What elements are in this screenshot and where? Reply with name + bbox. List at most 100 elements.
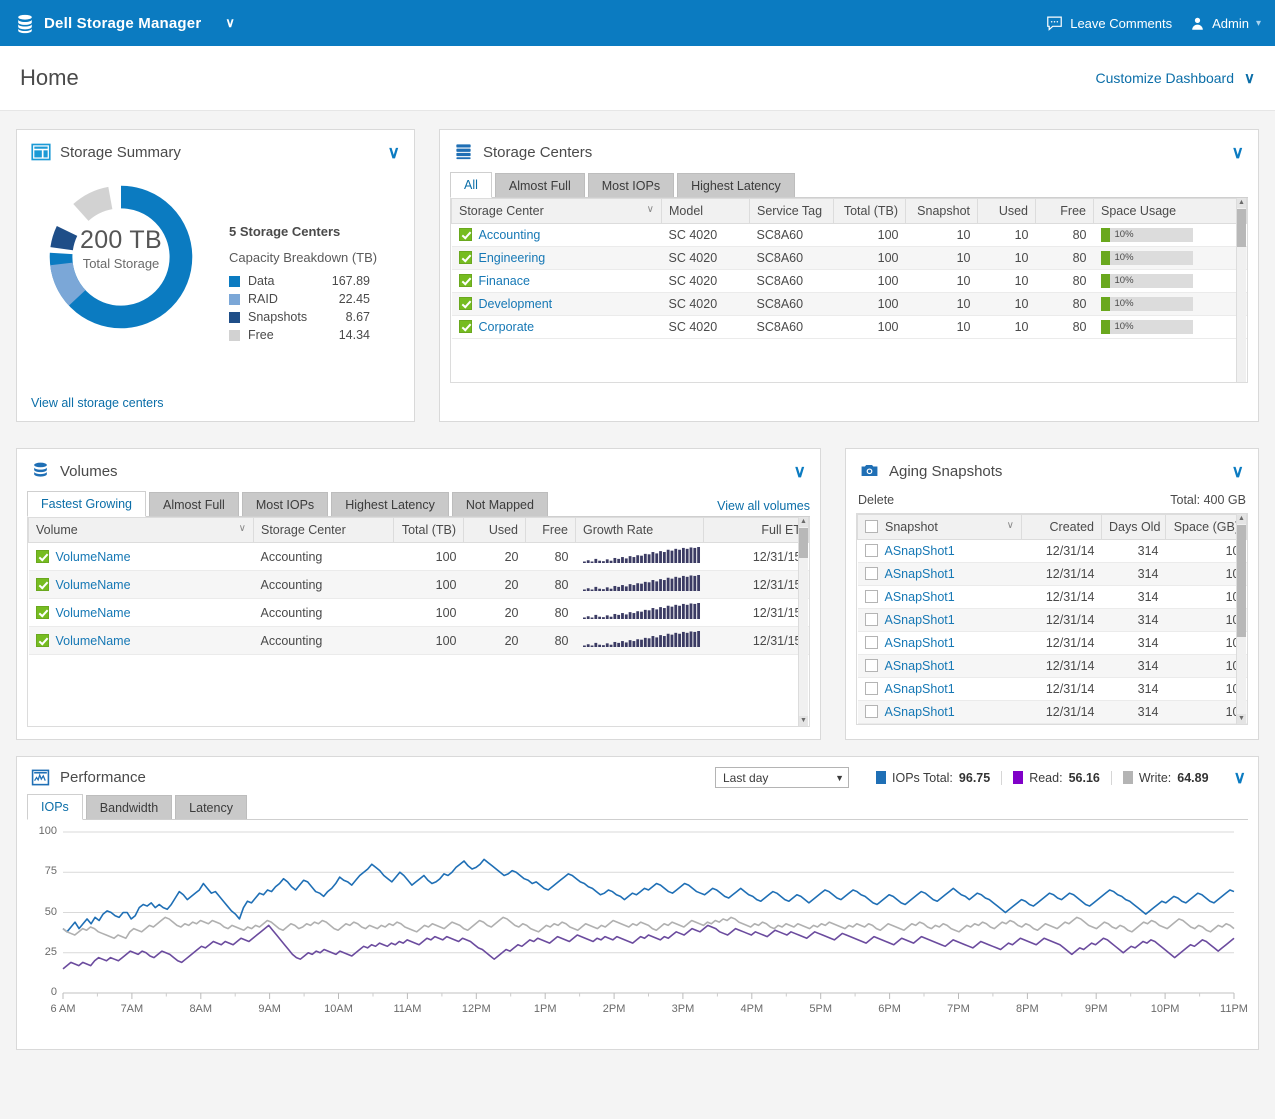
cell-volume[interactable]: VolumeName	[28, 542, 254, 571]
column-header-used[interactable]: Used	[977, 198, 1036, 224]
storage-center-link[interactable]: Finanace	[479, 274, 530, 288]
view-all-storage-centers-link[interactable]: View all storage centers	[31, 396, 163, 410]
row-checkbox[interactable]	[864, 636, 878, 649]
table-row[interactable]: VolumeName Accounting 100 20 80 12/31/15	[28, 542, 809, 571]
tab-highest-latency[interactable]: Highest Latency	[331, 492, 449, 517]
customize-dashboard-button[interactable]: Customize Dashboard ∨	[1096, 69, 1256, 87]
cell-volume[interactable]: VolumeName	[28, 598, 254, 627]
select-all-checkbox[interactable]	[865, 520, 878, 533]
row-checkbox[interactable]	[458, 320, 472, 333]
cell-snapshot[interactable]: ASnapShot1	[857, 654, 1022, 678]
scroll-thumb[interactable]	[1237, 209, 1246, 247]
column-header-free[interactable]: Free	[525, 517, 576, 543]
row-checkbox[interactable]	[864, 705, 878, 718]
storage-center-link[interactable]: Development	[479, 297, 553, 311]
row-checkbox[interactable]	[35, 633, 49, 647]
cell-snapshot[interactable]: ASnapShot1	[857, 677, 1022, 701]
snapshot-link[interactable]: ASnapShot1	[885, 590, 955, 604]
volume-link[interactable]: VolumeName	[56, 606, 131, 620]
cell-snapshot[interactable]: ASnapShot1	[857, 608, 1022, 632]
user-chevron-down-icon[interactable]: ▾	[1256, 18, 1261, 29]
scroll-thumb[interactable]	[799, 528, 808, 558]
storage-centers-scrollbar[interactable]: ▲	[1236, 198, 1246, 382]
scroll-up-arrow-icon[interactable]: ▲	[1237, 198, 1246, 208]
sort-chevron-down-icon[interactable]: ∨	[1007, 520, 1014, 531]
column-header-created[interactable]: Created	[1021, 514, 1102, 540]
row-checkbox[interactable]	[35, 605, 49, 619]
cell-storage-center[interactable]: Engineering	[451, 246, 662, 270]
tab-most-iops[interactable]: Most IOPs	[241, 492, 329, 517]
tab-highest-latency[interactable]: Highest Latency	[677, 173, 795, 198]
table-row[interactable]: ASnapShot1 12/31/14 314 10	[857, 585, 1247, 609]
table-row[interactable]: ASnapShot1 12/31/14 314 10	[857, 677, 1247, 701]
storage-center-link[interactable]: Corporate	[479, 320, 535, 334]
cell-storage-center[interactable]: Corporate	[451, 315, 662, 339]
brand[interactable]: Dell Storage Manager ∨	[14, 13, 235, 34]
user-menu[interactable]: Admin ▾	[1190, 16, 1261, 31]
table-row[interactable]: Development SC 4020 SC8A60 100 10 10 80 10%	[451, 292, 1247, 316]
column-header-storage-center[interactable]: Storage Center	[253, 517, 394, 543]
cell-volume[interactable]: VolumeName	[28, 626, 254, 655]
cell-storage-center[interactable]: Development	[451, 292, 662, 316]
snapshot-link[interactable]: ASnapShot1	[885, 636, 955, 650]
collapse-chevron-icon[interactable]: ∨	[1232, 144, 1244, 161]
cell-snapshot[interactable]: ASnapShot1	[857, 631, 1022, 655]
cell-storage-center[interactable]: Accounting	[451, 223, 662, 247]
row-checkbox[interactable]	[458, 297, 472, 310]
table-row[interactable]: ASnapShot1 12/31/14 314 10	[857, 700, 1247, 724]
table-row[interactable]: Engineering SC 4020 SC8A60 100 10 10 80 10%	[451, 246, 1247, 270]
column-header-service-tag[interactable]: Service Tag	[749, 198, 834, 224]
snapshot-link[interactable]: ASnapShot1	[885, 613, 955, 627]
table-row[interactable]: ASnapShot1 12/31/14 314 10	[857, 539, 1247, 563]
scroll-thumb[interactable]	[1237, 525, 1246, 637]
column-header-model[interactable]: Model	[661, 198, 750, 224]
column-header-used[interactable]: Used	[463, 517, 526, 543]
scroll-up-arrow-icon[interactable]: ▲	[1237, 514, 1246, 524]
table-row[interactable]: Accounting SC 4020 SC8A60 100 10 10 80 10%	[451, 223, 1247, 247]
column-header-growth-rate[interactable]: Growth Rate	[575, 517, 704, 543]
row-checkbox[interactable]	[458, 274, 472, 287]
row-checkbox[interactable]	[864, 613, 878, 626]
cell-snapshot[interactable]: ASnapShot1	[857, 585, 1022, 609]
cell-snapshot[interactable]: ASnapShot1	[857, 700, 1022, 724]
brand-chevron-down-icon[interactable]: ∨	[225, 15, 235, 31]
table-row[interactable]: VolumeName Accounting 100 20 80 12/31/15	[28, 598, 809, 627]
tab-bandwidth[interactable]: Bandwidth	[85, 795, 173, 820]
row-checkbox[interactable]	[864, 659, 878, 672]
table-row[interactable]: ASnapShot1 12/31/14 314 10	[857, 608, 1247, 632]
storage-center-link[interactable]: Engineering	[479, 251, 546, 265]
table-row[interactable]: Corporate SC 4020 SC8A60 100 10 10 80 10%	[451, 315, 1247, 339]
snapshot-link[interactable]: ASnapShot1	[885, 659, 955, 673]
collapse-chevron-icon[interactable]: ∨	[1232, 463, 1244, 480]
cell-snapshot[interactable]: ASnapShot1	[857, 562, 1022, 586]
sort-chevron-down-icon[interactable]: ∨	[239, 523, 246, 534]
column-header-storage-center[interactable]: Storage Center ∨	[451, 198, 662, 224]
column-header-free[interactable]: Free	[1035, 198, 1094, 224]
sort-chevron-down-icon[interactable]: ∨	[647, 204, 654, 215]
tab-all[interactable]: All	[450, 172, 492, 198]
tab-fastest-growing[interactable]: Fastest Growing	[27, 491, 147, 517]
scroll-down-arrow-icon[interactable]: ▼	[1237, 714, 1246, 724]
cell-snapshot[interactable]: ASnapShot1	[857, 539, 1022, 563]
leave-comments-button[interactable]: Leave Comments	[1046, 15, 1172, 32]
table-row[interactable]: ASnapShot1 12/31/14 314 10	[857, 654, 1247, 678]
time-range-select[interactable]: Last day ▼	[715, 767, 849, 788]
column-header-space-usage[interactable]: Space Usage	[1093, 198, 1247, 224]
collapse-chevron-icon[interactable]: ∨	[388, 144, 400, 161]
column-header-space-gb-[interactable]: Space (GB)	[1165, 514, 1247, 540]
row-checkbox[interactable]	[458, 228, 472, 241]
row-checkbox[interactable]	[35, 577, 49, 591]
tab-almost-full[interactable]: Almost Full	[149, 492, 239, 517]
cell-storage-center[interactable]: Finanace	[451, 269, 662, 293]
collapse-chevron-icon[interactable]: ∨	[1234, 769, 1246, 786]
tab-latency[interactable]: Latency	[175, 795, 247, 820]
row-checkbox[interactable]	[864, 590, 878, 603]
scroll-down-arrow-icon[interactable]: ▼	[799, 716, 808, 726]
collapse-chevron-icon[interactable]: ∨	[794, 463, 806, 480]
volume-link[interactable]: VolumeName	[56, 634, 131, 648]
column-header-days-old[interactable]: Days Old	[1101, 514, 1166, 540]
table-row[interactable]: VolumeName Accounting 100 20 80 12/31/15	[28, 570, 809, 599]
snapshot-link[interactable]: ASnapShot1	[885, 544, 955, 558]
column-header-full-et[interactable]: Full ET	[703, 517, 809, 543]
cell-volume[interactable]: VolumeName	[28, 570, 254, 599]
